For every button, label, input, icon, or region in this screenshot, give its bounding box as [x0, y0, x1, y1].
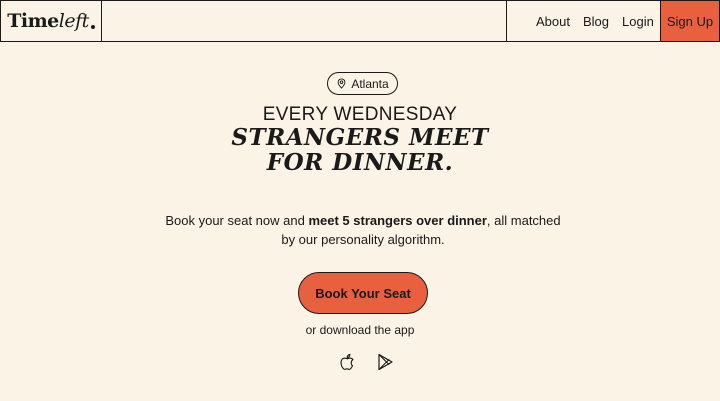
google-play-icon[interactable] — [374, 351, 396, 373]
main-nav: About Blog Login — [506, 1, 660, 41]
subtitle-emphasis: meet 5 strangers over dinner — [308, 213, 487, 228]
signup-button[interactable]: Sign Up — [660, 1, 719, 41]
nav-blog-link[interactable]: Blog — [583, 14, 609, 29]
site-header: Timeleft About Blog Login Sign Up — [0, 0, 720, 42]
subtitle-prefix: Book your seat now and — [165, 213, 309, 228]
location-badge[interactable]: Atlanta — [327, 72, 398, 95]
headline-line-2: FOR DINNER. — [266, 149, 454, 176]
hero-subtitle: Book your seat now and meet 5 strangers … — [160, 211, 566, 249]
app-store-links — [336, 351, 396, 373]
download-app-text: or download the app — [305, 323, 415, 337]
header-spacer — [102, 1, 506, 41]
headline-line-1: STRANGERS MEET — [231, 124, 489, 151]
nav-login-link[interactable]: Login — [622, 14, 654, 29]
logo[interactable]: Timeleft — [1, 1, 102, 41]
book-seat-button[interactable]: Book Your Seat — [298, 272, 428, 314]
hero-eyebrow: EVERY WEDNESDAY — [262, 104, 458, 125]
nav-about-link[interactable]: About — [536, 14, 570, 29]
hero-headline: STRANGERS MEET FOR DINNER. — [0, 125, 720, 175]
logo-accent-text: left — [58, 10, 90, 32]
apple-icon[interactable] — [336, 351, 358, 373]
logo-main-text: Time — [7, 10, 59, 32]
logo-wordmark: Timeleft — [7, 10, 95, 32]
location-label: Atlanta — [351, 76, 389, 91]
location-pin-icon — [337, 78, 346, 89]
logo-dot — [90, 25, 95, 29]
